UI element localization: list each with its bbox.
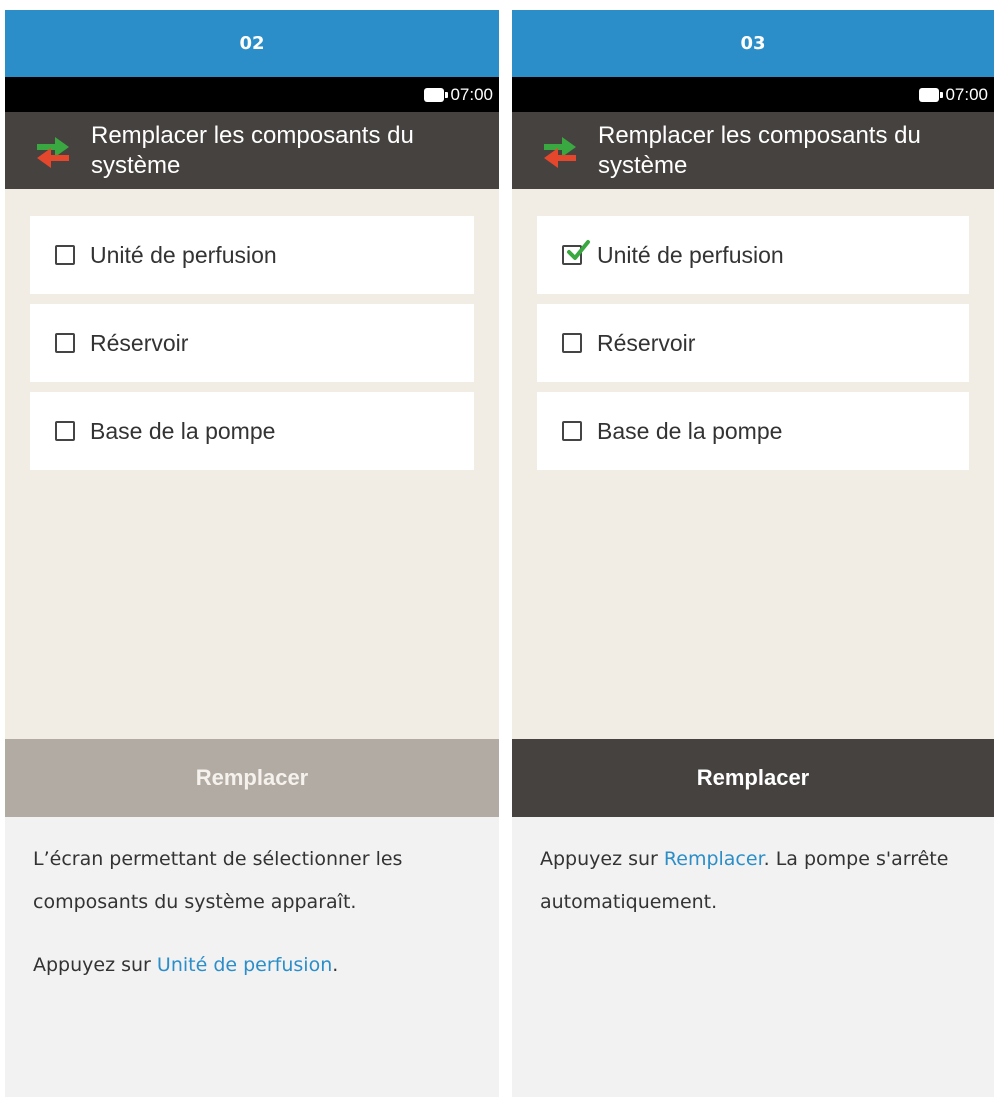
status-bar: 07:00	[5, 77, 499, 112]
screen-title: Remplacer les composants du système	[91, 121, 414, 179]
description-text: .	[332, 954, 339, 976]
option-base-de-la-pompe[interactable]: Base de la pompe	[30, 392, 474, 470]
checkbox-icon[interactable]	[562, 421, 582, 441]
description-paragraph: L’écran permettant de sélectionner les c…	[33, 848, 403, 913]
step-description: Appuyez sur Remplacer. La pompe s'arrête…	[540, 838, 974, 944]
step-number: 02	[5, 10, 499, 77]
description-paragraph: Appuyez sur Unité de perfusion.	[33, 944, 479, 987]
option-reservoir[interactable]: Réservoir	[537, 304, 969, 382]
description-link[interactable]: Unité de perfusion	[157, 954, 332, 976]
screen-title-bar: Remplacer les composants du système	[512, 112, 994, 189]
description-paragraph: Appuyez sur Remplacer. La pompe s'arrête…	[540, 838, 974, 924]
option-label: Unité de perfusion	[90, 241, 277, 268]
step-panel-02: 02 07:00 Remplacer les composants du sys…	[5, 10, 499, 1097]
step-panel-03: 03 07:00 Remplacer les composants du sys…	[512, 10, 994, 1097]
battery-icon	[919, 87, 944, 102]
description-text: Appuyez sur	[540, 848, 664, 870]
status-time: 07:00	[450, 84, 493, 104]
swap-arrows-icon	[544, 136, 576, 168]
option-label: Réservoir	[597, 329, 696, 356]
checkbox-icon[interactable]	[562, 333, 582, 353]
step-description: L’écran permettant de sélectionner les c…	[33, 838, 479, 1007]
status-time: 07:00	[945, 84, 988, 104]
screen-title: Remplacer les composants du système	[598, 121, 921, 179]
option-label: Unité de perfusion	[597, 241, 784, 268]
option-label: Base de la pompe	[597, 417, 783, 444]
battery-icon	[424, 87, 449, 102]
checkmark-icon	[567, 240, 590, 260]
swap-arrows-icon	[37, 136, 69, 168]
checkbox-icon[interactable]	[562, 240, 590, 265]
checkbox-icon[interactable]	[55, 245, 75, 265]
option-unite-de-perfusion[interactable]: Unité de perfusion	[537, 216, 969, 294]
description-text: Appuyez sur	[33, 954, 157, 976]
step-number: 03	[512, 10, 994, 77]
checkbox-icon[interactable]	[55, 421, 75, 441]
component-list: Unité de perfusion Réservoir Base de la …	[512, 189, 994, 470]
option-unite-de-perfusion[interactable]: Unité de perfusion	[30, 216, 474, 294]
device-screen: 07:00 Remplacer les composants du systèm…	[5, 77, 499, 817]
option-reservoir[interactable]: Réservoir	[30, 304, 474, 382]
component-list: Unité de perfusion Réservoir Base de la …	[5, 189, 499, 470]
option-label: Réservoir	[90, 329, 189, 356]
option-label: Base de la pompe	[90, 417, 276, 444]
remplacer-button[interactable]: Remplacer	[512, 739, 994, 817]
remplacer-button[interactable]: Remplacer	[5, 739, 499, 817]
device-screen: 07:00 Remplacer les composants du systèm…	[512, 77, 994, 817]
checkbox-icon[interactable]	[55, 333, 75, 353]
screen-title-bar: Remplacer les composants du système	[5, 112, 499, 189]
status-bar: 07:00	[512, 77, 994, 112]
description-link[interactable]: Remplacer	[664, 848, 764, 870]
option-base-de-la-pompe[interactable]: Base de la pompe	[537, 392, 969, 470]
